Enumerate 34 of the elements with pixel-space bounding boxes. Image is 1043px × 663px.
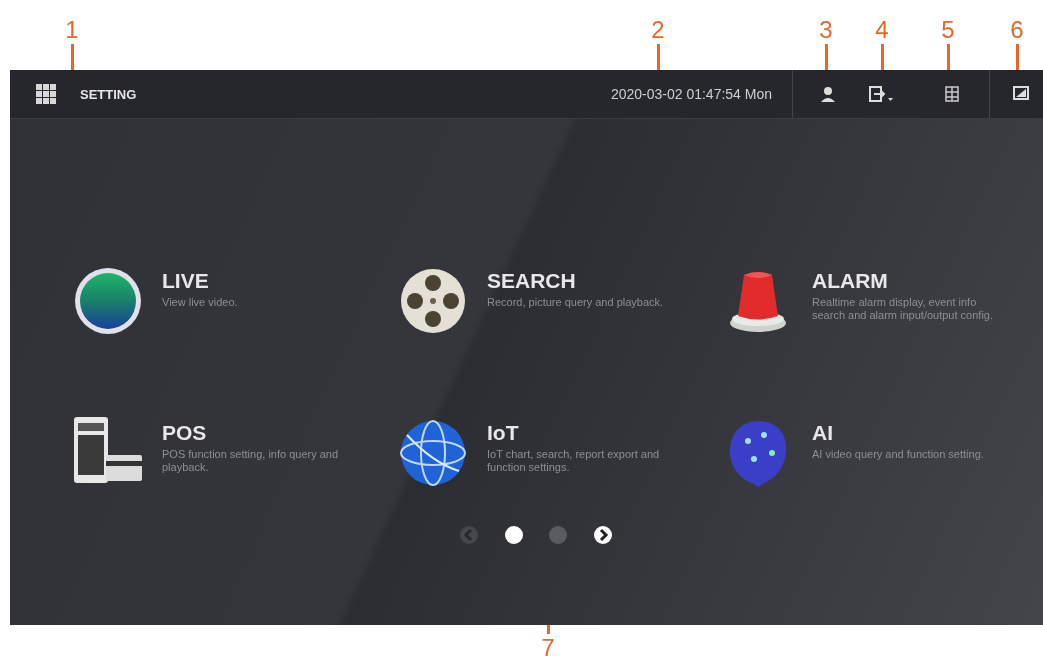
tile-description: POS function setting, info query and playback.	[162, 448, 340, 475]
menu-tile[interactable]: IoT IoT chart, search, report export and function settings.	[393, 413, 718, 505]
page-title: SETTING	[80, 86, 137, 102]
tile-description: Realtime alarm display, event info search and alarm input/output config.	[812, 296, 994, 323]
menu-tile[interactable]: ALARM Realtime alarm display, event info search and alarm input/output config.	[718, 261, 1043, 353]
page-dot[interactable]	[548, 526, 567, 544]
user-icon[interactable]	[821, 84, 835, 104]
tile-description: Record, picture query and playback.	[487, 296, 665, 310]
date-time: 2020-03-02 01:47:54 Mon	[610, 86, 772, 102]
callout-number: 6	[1009, 18, 1025, 42]
callout-number: 4	[874, 18, 890, 42]
callout-number: 3	[818, 18, 834, 42]
tile-title: IoT	[487, 421, 520, 445]
layout-icon[interactable]	[945, 84, 959, 104]
menu-tile[interactable]: SEARCH Record, picture query and playback.	[393, 261, 718, 353]
callout-number: 1	[64, 18, 80, 42]
tile-description: IoT chart, search, report export and function settings.	[487, 448, 661, 475]
menu-tile[interactable]: AI AI video query and function setting.	[718, 413, 1043, 505]
menu-tile[interactable]: LIVE View live video.	[68, 261, 393, 353]
callout-number: 7	[540, 636, 556, 660]
tile-description: AI video query and function setting.	[812, 448, 985, 462]
callout-number: 2	[650, 18, 666, 42]
tile-title: AI	[812, 421, 834, 445]
menu-tile[interactable]: POS POS function setting, info query and playback.	[68, 413, 393, 505]
tile-title: POS	[162, 421, 208, 445]
tile-title: ALARM	[812, 269, 889, 293]
tile-title: LIVE	[162, 269, 210, 293]
tile-description: View live video.	[162, 296, 239, 310]
grid-menu-icon[interactable]	[36, 84, 56, 104]
next-page-icon[interactable]	[592, 525, 613, 545]
callout-number: 5	[940, 18, 956, 42]
logout-icon[interactable]	[869, 84, 893, 104]
tile-title: SEARCH	[487, 269, 577, 293]
page-dot[interactable]	[504, 526, 523, 544]
